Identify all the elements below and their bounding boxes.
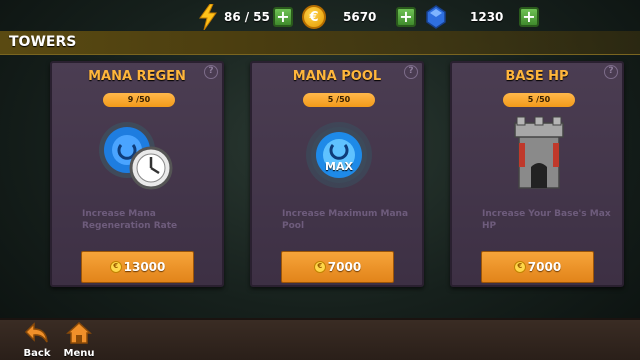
menu-label: Menu [63,348,95,359]
upgrade-card-mana-regen: MANA REGEN ? 9 /50 Increase Mana Regener… [50,61,224,287]
mana-regen-clock-icon [99,122,173,190]
help-icon[interactable]: ? [404,65,418,79]
help-icon[interactable]: ? [604,65,618,79]
gems-resource: 1230 [425,4,503,30]
section-header: TOWERS [0,31,640,55]
bottom-nav: Back Menu [0,318,640,360]
mana-orb-icon: MAX [289,115,389,195]
back-label: Back [23,348,51,359]
coin-icon: € [513,261,526,273]
menu-button[interactable]: Menu [62,321,96,359]
level-badge: 5 /50 [503,93,575,107]
page-title: TOWERS [9,34,77,50]
lightning-icon [199,4,217,30]
coin-icon: € [302,5,326,29]
card-title: BASE HP [505,69,569,84]
price-label: 7000 [327,260,362,274]
card-title: MANA POOL [292,69,382,84]
gold-value: 5670 [343,10,377,24]
add-energy-button[interactable]: + [273,7,293,27]
price-label: 7000 [527,260,562,274]
resource-bar: 86 / 55 + € 5670 + 1230 + [0,0,640,34]
gem-icon [426,5,446,29]
upgrade-card-mana-pool: MANA POOL ? 5 /50 MAX Increase Maximum M… [250,61,424,287]
energy-max: 55 [253,10,270,24]
castle-tower-icon [514,116,564,189]
card-title: MANA REGEN [88,69,186,84]
level-badge: 9 /50 [103,93,175,107]
coin-icon: € [109,261,122,273]
gold-resource: € 5670 [302,4,376,30]
level-badge: 5 /50 [303,93,375,107]
upgrade-card-base-hp: BASE HP ? 5 /50 Increase Your Base's Max… [450,61,624,287]
price-label: 13000 [123,260,166,274]
add-gold-button[interactable]: + [396,7,416,27]
back-arrow-icon [24,322,48,343]
energy-current: 86 [224,10,241,24]
energy-resource: 86 / 55 [198,4,270,30]
energy-separator: / [244,10,250,24]
max-badge: MAX [325,160,353,173]
card-description: Increase Your Base's Max HP [482,209,611,231]
card-description: Increase Maximum Mana Pool [282,209,409,231]
card-description: Increase Mana Regeneration Rate [82,209,178,231]
add-gems-button[interactable]: + [519,7,539,27]
buy-button[interactable]: € 7000 [281,251,394,283]
home-icon [66,321,92,344]
coin-icon: € [313,261,326,273]
help-icon[interactable]: ? [204,65,218,79]
back-button[interactable]: Back [20,322,54,359]
buy-button[interactable]: € 13000 [81,251,194,283]
buy-button[interactable]: € 7000 [481,251,594,283]
